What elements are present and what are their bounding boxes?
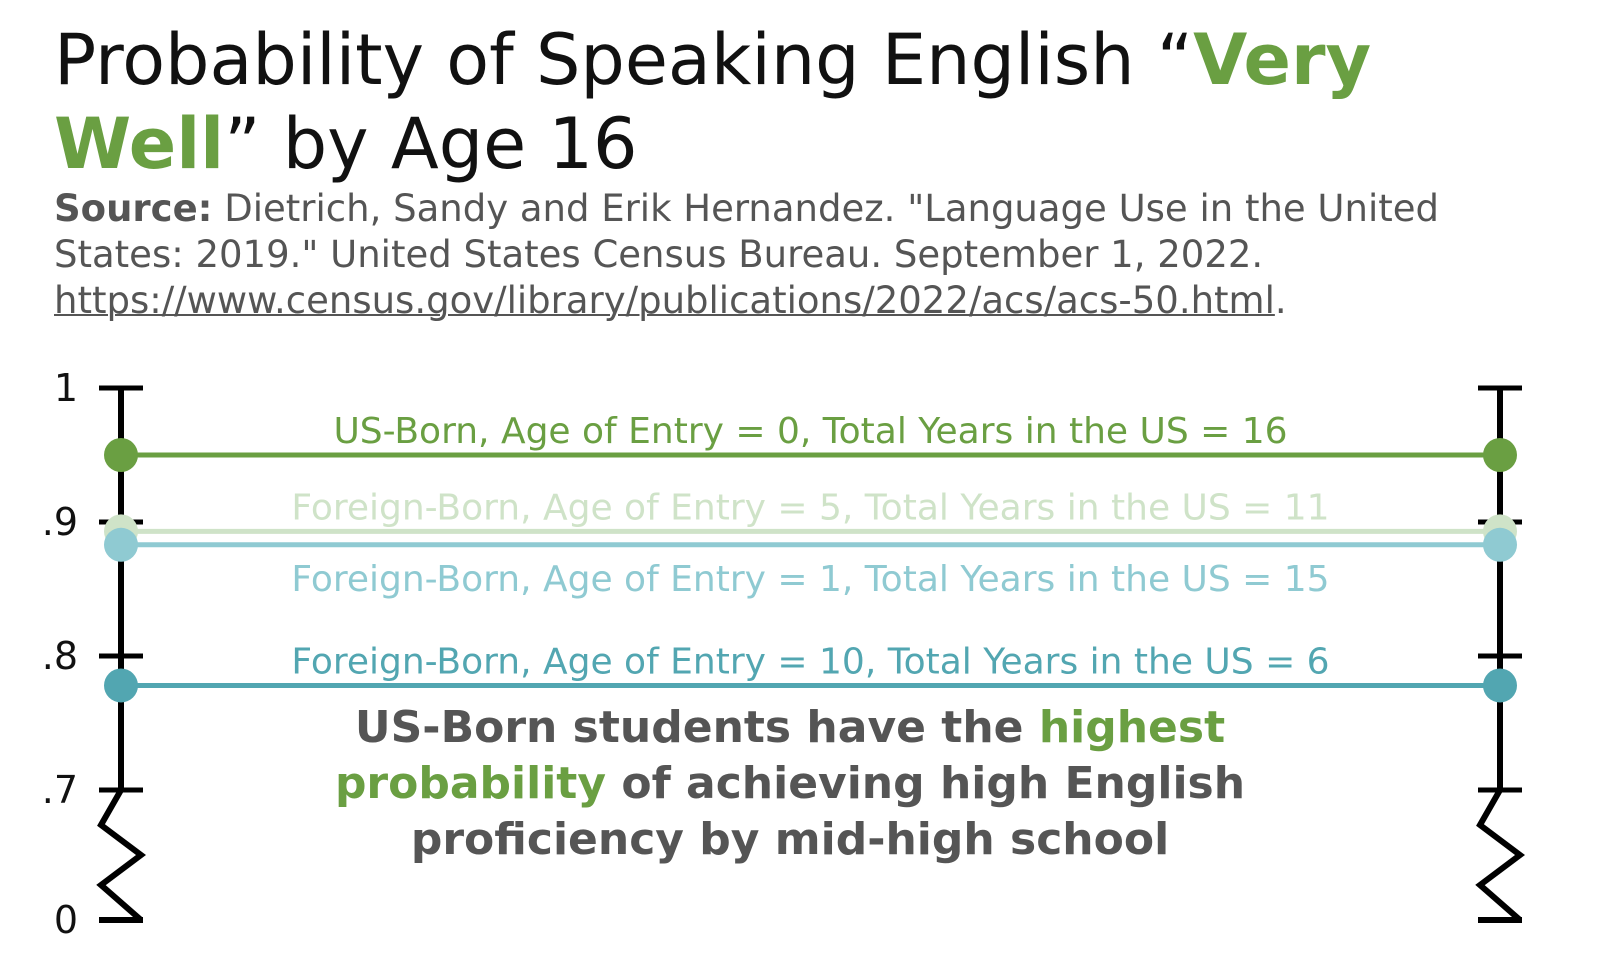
- series-point-end: [1483, 527, 1517, 562]
- y-tick-label: 1: [54, 366, 78, 410]
- series-point-start: [104, 527, 138, 562]
- series-label: Foreign-Born, Age of Entry = 1, Total Ye…: [291, 559, 1329, 600]
- insight-part1: US-Born students have the: [354, 702, 1039, 753]
- series-point-end: [1483, 438, 1517, 472]
- series-label: Foreign-Born, Age of Entry = 5, Total Ye…: [291, 487, 1329, 528]
- series-point-start: [104, 668, 138, 703]
- insight-text: US-Born students have the highest probab…: [300, 700, 1280, 868]
- y-tick-label: .9: [42, 500, 78, 544]
- series-label: Foreign-Born, Age of Entry = 10, Total Y…: [291, 641, 1329, 682]
- y-tick-label: 0: [54, 898, 78, 942]
- series-point-end: [1483, 668, 1517, 703]
- series-label: US-Born, Age of Entry = 0, Total Years i…: [333, 411, 1287, 452]
- left-axis-break: [96, 788, 146, 923]
- y-tick-label: .7: [42, 768, 78, 812]
- series-point-start: [104, 438, 138, 472]
- right-axis-break: [1475, 788, 1525, 923]
- y-tick-label: .8: [42, 634, 78, 678]
